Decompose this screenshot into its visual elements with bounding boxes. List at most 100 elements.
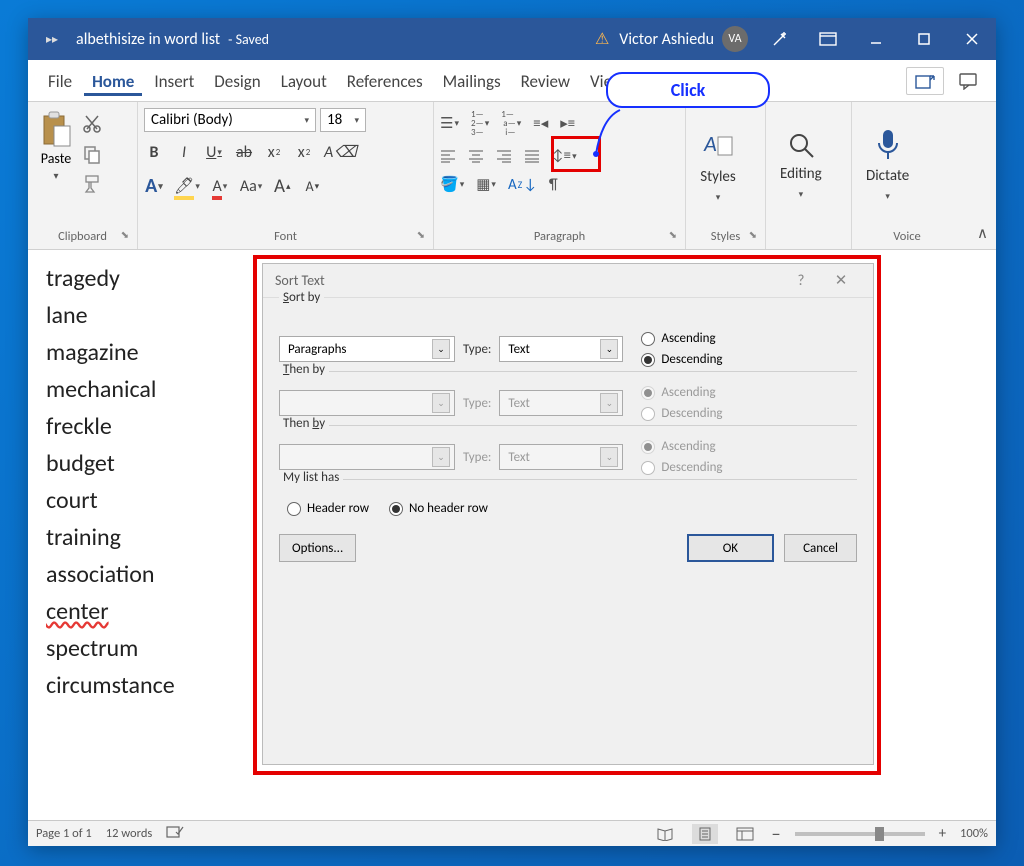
superscript-button[interactable]: x2 bbox=[294, 143, 314, 162]
auto-format-icon[interactable] bbox=[756, 18, 804, 60]
tab-mailings[interactable]: Mailings bbox=[435, 65, 509, 96]
dialog-close-button[interactable]: ✕ bbox=[821, 271, 861, 290]
zoom-slider[interactable] bbox=[795, 832, 925, 836]
tab-file[interactable]: File bbox=[40, 65, 80, 96]
header-row-radio[interactable]: Header row bbox=[287, 501, 369, 516]
align-right-button[interactable] bbox=[496, 149, 512, 163]
zoom-out-button[interactable]: − bbox=[772, 823, 781, 845]
multi-list-button[interactable]: 1— a— i—▾ bbox=[501, 110, 521, 137]
strike-button[interactable]: ab bbox=[234, 143, 254, 162]
thenby1-type-combo[interactable]: Text⌄ bbox=[499, 390, 623, 416]
borders-button[interactable]: ▦▾ bbox=[476, 175, 496, 194]
paragraph-group-label: Paragraph bbox=[534, 229, 585, 244]
minimize-button[interactable] bbox=[852, 18, 900, 60]
bullet-list-button[interactable]: ☰▾ bbox=[440, 114, 459, 133]
font-launcher-icon[interactable]: ⬊ bbox=[417, 228, 425, 241]
dictate-button[interactable]: Dictate ▾ bbox=[866, 128, 909, 204]
thenby1-label: Then by bbox=[279, 362, 329, 377]
web-layout-button[interactable] bbox=[732, 824, 758, 844]
align-left-button[interactable] bbox=[440, 149, 456, 163]
highlight-button[interactable]: 🖊▾ bbox=[174, 176, 200, 196]
paste-label: Paste bbox=[41, 150, 71, 167]
styles-group-label: Styles bbox=[711, 229, 741, 244]
proofing-icon[interactable] bbox=[166, 824, 184, 844]
close-button[interactable] bbox=[948, 18, 996, 60]
thenby2-desc-radio[interactable]: Descending bbox=[641, 460, 722, 475]
align-center-button[interactable] bbox=[468, 149, 484, 163]
thenby2-type-label: Type: bbox=[463, 450, 491, 465]
shrink-font-button[interactable]: A▾ bbox=[302, 178, 322, 195]
maximize-button[interactable] bbox=[900, 18, 948, 60]
zoom-level[interactable]: 100% bbox=[960, 826, 988, 841]
thenby1-asc-radio[interactable]: Ascending bbox=[641, 385, 722, 400]
grow-font-button[interactable]: A▴ bbox=[272, 175, 292, 198]
page-status[interactable]: Page 1 of 1 bbox=[36, 826, 92, 841]
print-layout-button[interactable] bbox=[692, 824, 718, 844]
shading-button[interactable]: 🪣▾ bbox=[440, 175, 464, 194]
read-mode-button[interactable] bbox=[652, 824, 678, 844]
no-header-row-radio[interactable]: No header row bbox=[389, 501, 488, 516]
collapse-ribbon-button[interactable]: ∧ bbox=[977, 224, 988, 243]
thenby1-field-combo[interactable]: ⌄ bbox=[279, 390, 455, 416]
pilcrow-button[interactable]: ¶ bbox=[549, 176, 558, 194]
quickaccess-toggle-icon[interactable]: ▸▸ bbox=[28, 32, 76, 47]
comments-button[interactable] bbox=[952, 67, 984, 95]
sortby-desc-radio[interactable]: Descending bbox=[641, 352, 722, 367]
styles-button[interactable]: A Styles ▾ bbox=[700, 127, 736, 205]
italic-button[interactable]: I bbox=[174, 143, 194, 162]
options-button[interactable]: Options... bbox=[279, 534, 356, 562]
zoom-in-button[interactable]: + bbox=[939, 825, 946, 843]
sortby-asc-radio[interactable]: Ascending bbox=[641, 331, 722, 346]
listhas-label: My list has bbox=[279, 470, 343, 485]
clear-format-button[interactable]: A⌫ bbox=[324, 142, 357, 162]
copy-icon[interactable] bbox=[82, 144, 104, 166]
thenby2-asc-radio[interactable]: Ascending bbox=[641, 439, 722, 454]
sortby-type-combo[interactable]: Text⌄ bbox=[499, 336, 623, 362]
format-painter-icon[interactable] bbox=[82, 174, 104, 196]
cut-icon[interactable] bbox=[82, 114, 104, 136]
paste-button[interactable]: Paste ▾ bbox=[34, 106, 78, 182]
callout-annotation: Click bbox=[606, 72, 770, 108]
ok-button[interactable]: OK bbox=[687, 534, 774, 562]
paragraph-launcher-icon[interactable]: ⬊ bbox=[669, 228, 677, 241]
styles-launcher-icon[interactable]: ⬊ bbox=[749, 228, 757, 241]
words-status[interactable]: 12 words bbox=[106, 826, 153, 841]
voice-group-label: Voice bbox=[893, 229, 921, 244]
warning-icon: ⚠ bbox=[595, 29, 609, 49]
share-button[interactable] bbox=[906, 67, 944, 95]
avatar[interactable]: VA bbox=[722, 26, 748, 52]
sortby-type-label: Type: bbox=[463, 342, 491, 357]
font-group-label: Font bbox=[274, 229, 297, 244]
tab-layout[interactable]: Layout bbox=[273, 65, 335, 96]
bold-button[interactable]: B bbox=[144, 143, 164, 162]
user-name: Victor Ashiedu bbox=[619, 30, 714, 49]
font-name-combo[interactable]: Calibri (Body)▾ bbox=[144, 108, 316, 132]
clipboard-launcher-icon[interactable]: ⬊ bbox=[121, 228, 129, 241]
font-color-button[interactable]: A▾ bbox=[210, 177, 230, 196]
cancel-button[interactable]: Cancel bbox=[784, 534, 857, 562]
save-status: Saved bbox=[236, 31, 269, 48]
thenby1-desc-radio[interactable]: Descending bbox=[641, 406, 722, 421]
tab-review[interactable]: Review bbox=[513, 65, 578, 96]
editing-button[interactable]: Editing ▾ bbox=[780, 130, 822, 202]
dec-indent-button[interactable]: ≡◂ bbox=[533, 114, 548, 133]
tab-insert[interactable]: Insert bbox=[146, 65, 202, 96]
thenby2-type-combo[interactable]: Text⌄ bbox=[499, 444, 623, 470]
font-size-combo[interactable]: 18▾ bbox=[320, 108, 366, 132]
sort-button[interactable]: AZ↓ bbox=[508, 176, 537, 194]
dialog-help-button[interactable]: ? bbox=[781, 272, 821, 290]
ribbon-mode-icon[interactable] bbox=[804, 18, 852, 60]
number-list-button[interactable]: 1—2—3—▾ bbox=[471, 110, 489, 137]
tab-design[interactable]: Design bbox=[206, 65, 268, 96]
thenby2-field-combo[interactable]: ⌄ bbox=[279, 444, 455, 470]
change-case-button[interactable]: Aa▾ bbox=[240, 177, 262, 196]
text-effects-button[interactable]: A▾ bbox=[144, 174, 164, 198]
justify-button[interactable] bbox=[524, 149, 540, 163]
sortby-field-combo[interactable]: Paragraphs⌄ bbox=[279, 336, 455, 362]
tab-references[interactable]: References bbox=[339, 65, 431, 96]
underline-button[interactable]: U▾ bbox=[204, 143, 224, 162]
separator: - bbox=[228, 31, 232, 48]
tab-home[interactable]: Home bbox=[84, 65, 142, 96]
subscript-button[interactable]: x2 bbox=[264, 143, 284, 162]
inc-indent-button[interactable]: ▸≡ bbox=[560, 114, 575, 133]
